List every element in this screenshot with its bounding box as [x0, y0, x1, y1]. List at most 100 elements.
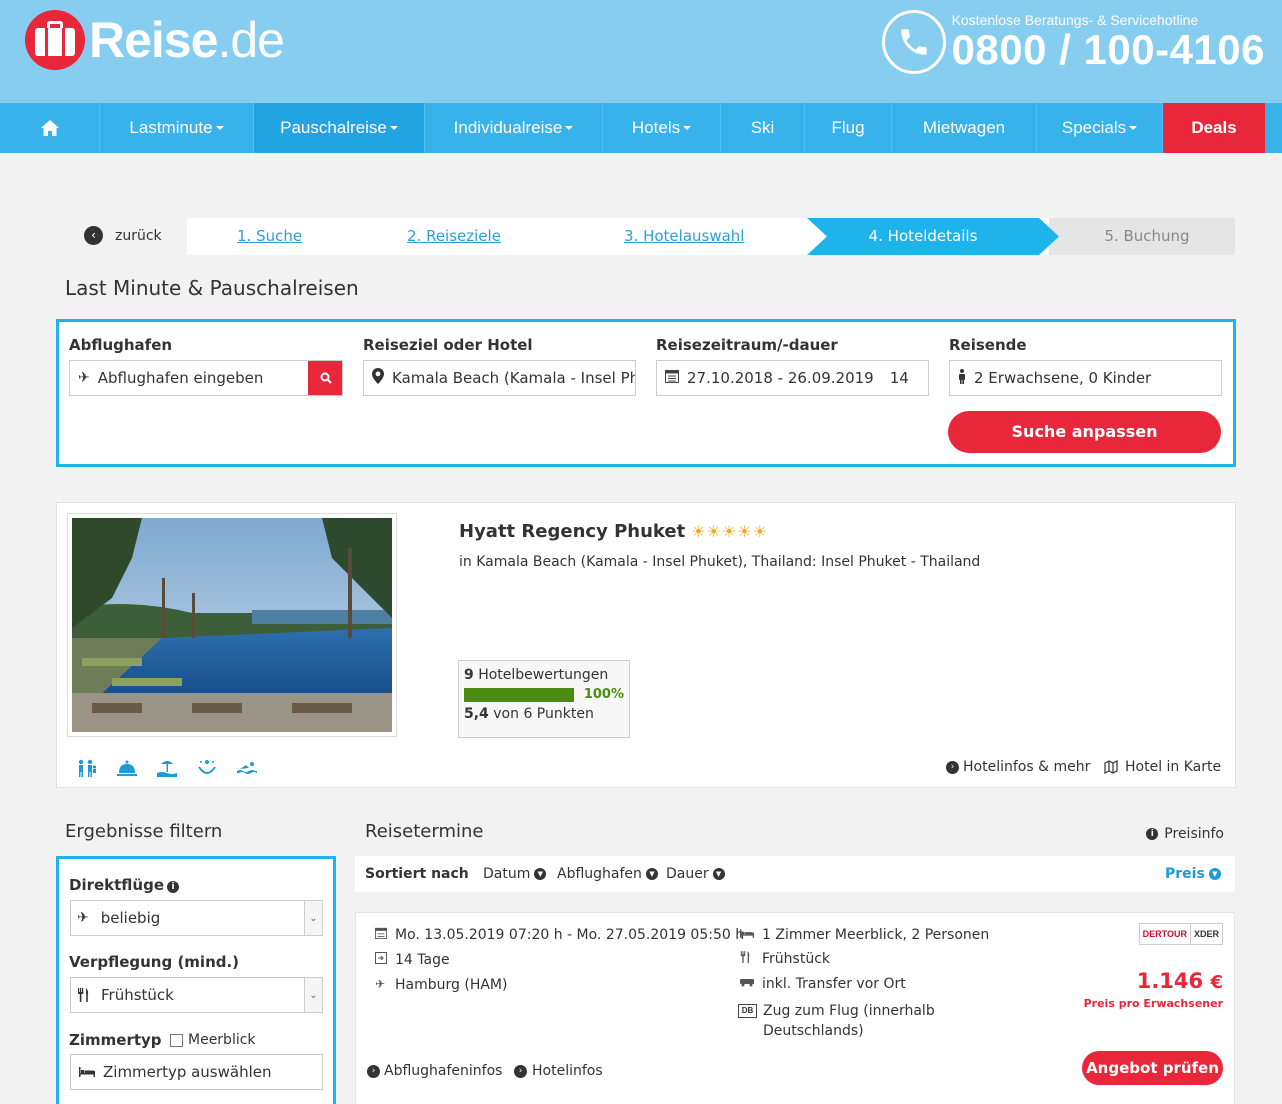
nav-lastminute[interactable]: Lastminute	[100, 103, 254, 153]
back-link[interactable]: ‹ zurück	[84, 226, 162, 245]
reviews-count: 9	[464, 667, 474, 683]
sort-date[interactable]: Datum ▼	[483, 856, 547, 892]
hotel-rating-box[interactable]: 9 Hotelbewertungen 100% 5,4 von 6 Punkte…	[458, 660, 630, 738]
hotel-photo[interactable]	[67, 513, 397, 737]
search-submit-button[interactable]: Suche anpassen	[948, 411, 1221, 453]
check-offer-button[interactable]: Angebot prüfen	[1082, 1051, 1223, 1085]
service-bell-icon	[117, 760, 137, 776]
airport-search-button[interactable]	[308, 361, 342, 395]
info-icon[interactable]: i	[167, 881, 180, 893]
plane-icon: ✈	[375, 977, 386, 991]
price-note: Preis pro Erwachsener	[1083, 997, 1223, 1010]
suitcase-icon	[25, 10, 85, 70]
step-suche[interactable]: 1. Suche	[237, 218, 302, 255]
search-form: Abflughafen ✈ Abflughafen eingeben Reise…	[56, 319, 1236, 467]
step-reiseziele[interactable]: 2. Reiseziele	[407, 218, 501, 255]
date-input[interactable]: 27.10.2018 - 26.09.2019 14	[656, 360, 929, 396]
sort-airport[interactable]: Abflughafen ▼	[557, 856, 658, 892]
recommend-percent: 100%	[583, 687, 624, 702]
chevron-right-icon: ›	[367, 1064, 380, 1078]
travellers-input[interactable]: 2 Erwachsene, 0 Kinder	[949, 360, 1222, 396]
search-icon	[320, 372, 332, 384]
phone-icon	[881, 10, 946, 74]
step-hotelauswahl[interactable]: 3. Hotelauswahl	[624, 218, 744, 255]
logo-main-text: Reise	[89, 12, 218, 68]
destination-input[interactable]: Kamala Beach (Kamala - Insel Phuket)	[363, 360, 636, 396]
offer-room: 1 Zimmer Meerblick, 2 Personen	[762, 927, 990, 943]
filter-panel: Direktflüge i ✈ beliebig ⌄ Verpflegung (m…	[56, 856, 336, 1104]
main-nav: Lastminute Pauschalreise Individualreise…	[0, 103, 1282, 153]
chevron-down-icon: ▼	[712, 868, 725, 880]
map-icon	[1104, 760, 1118, 774]
hotline[interactable]: Kostenlose Beratungs- & Servicehotline 0…	[881, 10, 1265, 74]
hotel-info-link-offer[interactable]: › Hotelinfos	[514, 1063, 603, 1079]
airport-input[interactable]: ✈ Abflughafen eingeben	[69, 360, 343, 396]
plane-icon: ✈	[78, 370, 90, 386]
nav-flug[interactable]: Flug	[805, 103, 892, 153]
swimming-icon	[237, 762, 257, 774]
offer-currency: €	[1210, 972, 1223, 993]
sort-duration[interactable]: Dauer ▼	[666, 856, 725, 892]
direct-flights-label: Direktflüge	[69, 876, 165, 894]
hotel-name[interactable]: Hyatt Regency Phuket	[459, 521, 685, 542]
nav-specials[interactable]: Specials	[1037, 103, 1163, 153]
hotel-map-link[interactable]: Hotel in Karte	[1104, 759, 1221, 775]
map-pin-icon	[372, 368, 384, 388]
dertour-logo: DERTOUR	[1138, 923, 1190, 945]
seaview-checkbox[interactable]: Meerblick	[170, 1032, 256, 1048]
header: Reise.de Kostenlose Beratungs- & Service…	[0, 0, 1282, 103]
nav-home[interactable]	[0, 103, 100, 153]
nav-mietwagen[interactable]: Mietwagen	[892, 103, 1037, 153]
hotel-card: Hyatt Regency Phuket ☀☀☀☀☀ in Kamala Beac…	[56, 502, 1236, 788]
nav-ski[interactable]: Ski	[721, 103, 805, 153]
filter-title: Ergebnisse filtern	[65, 821, 223, 842]
step-hoteldetails: 4. Hoteldetails	[807, 218, 1059, 255]
board-label: Verpflegung (mind.)	[69, 953, 240, 971]
step-buchung: 5. Buchung	[1049, 218, 1235, 255]
room-type-input[interactable]: Zimmertyp auswählen	[70, 1054, 323, 1090]
chevron-right-icon: ›	[514, 1064, 527, 1078]
tour-operator-logos: DERTOUR XDER	[1138, 923, 1223, 945]
spa-icon	[198, 760, 216, 774]
sorted-by-label: Sortiert nach	[365, 866, 469, 882]
price-info-link[interactable]: i Preisinfo	[1143, 826, 1224, 842]
booking-steps: 1. Suche 2. Reiseziele 3. Hotelauswahl 5…	[187, 218, 1235, 255]
sort-price[interactable]: Preis ▼	[1165, 856, 1221, 892]
bed-icon	[740, 927, 762, 941]
back-arrow-icon: ‹	[84, 226, 103, 245]
chevron-down-icon: ⌄	[304, 901, 322, 935]
offer-card: Mo. 13.05.2019 07:20 h - Mo. 27.05.2019 …	[355, 912, 1235, 1104]
hotel-stars: ☀☀☀☀☀	[691, 522, 768, 541]
room-type-label: Zimmertyp	[69, 1031, 162, 1049]
duration-value: 14	[889, 369, 909, 387]
travellers-label: Reisende	[949, 336, 1027, 354]
board-select[interactable]: Frühstück ⌄	[70, 977, 323, 1013]
date-label: Reisezeitraum/-dauer	[656, 336, 838, 354]
chevron-down-icon: ▼	[1208, 868, 1221, 880]
reviews-label: Hotelbewertungen	[478, 667, 609, 683]
results-title: Reisetermine	[365, 821, 484, 842]
hotel-info-link[interactable]: › Hotelinfos & mehr	[946, 759, 1090, 775]
duration-icon	[375, 952, 395, 967]
offer-transfer: inkl. Transfer vor Ort	[762, 976, 906, 992]
person-icon	[958, 368, 966, 388]
site-logo[interactable]: Reise.de	[25, 10, 285, 70]
plane-icon: ✈	[77, 910, 89, 926]
hotel-location: in Kamala Beach (Kamala - Insel Phuket),…	[459, 554, 981, 570]
nav-individualreise[interactable]: Individualreise	[425, 103, 603, 153]
nav-hotels[interactable]: Hotels	[603, 103, 721, 153]
sort-bar: Sortiert nach Datum ▼ Abflughafen ▼ Dauer ▼…	[355, 856, 1235, 892]
destination-label: Reiseziel oder Hotel	[363, 336, 533, 354]
direct-flights-select[interactable]: ✈ beliebig ⌄	[70, 900, 323, 936]
checkbox-box[interactable]	[170, 1033, 183, 1047]
calendar-icon	[375, 927, 395, 942]
nav-deals[interactable]: Deals	[1163, 103, 1265, 153]
hotline-number: 0800 / 100-4106	[951, 26, 1265, 73]
family-icon	[78, 759, 97, 777]
caret-down-icon	[683, 126, 692, 130]
nav-pauschalreise[interactable]: Pauschalreise	[254, 103, 425, 153]
rating-score: 5,4	[464, 706, 489, 722]
airport-info-link[interactable]: › Abflughafeninfos	[367, 1063, 502, 1079]
offer-duration: 14 Tage	[395, 952, 450, 968]
cutlery-icon	[78, 988, 89, 1002]
